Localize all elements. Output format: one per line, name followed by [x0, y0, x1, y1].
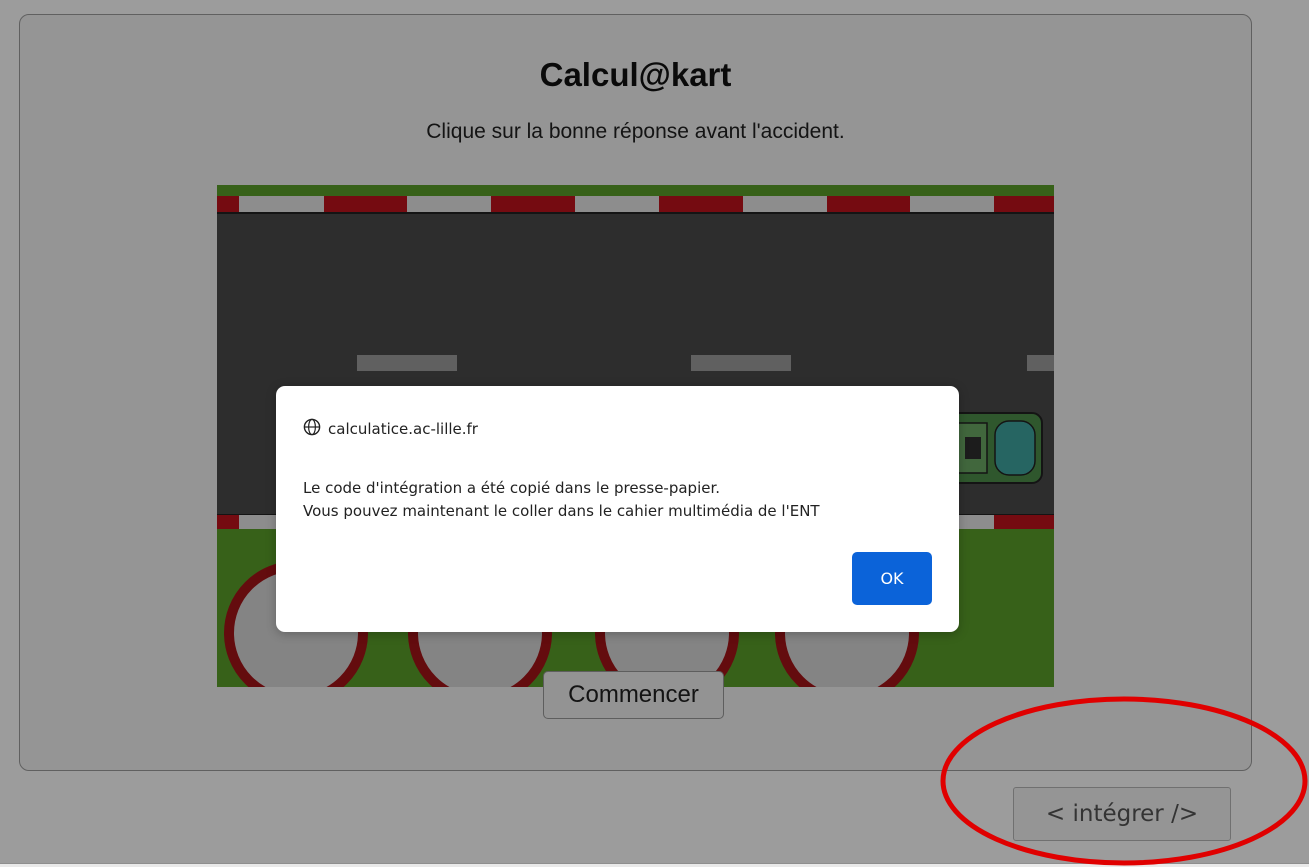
alert-dialog: calculatice.ac-lille.fr Le code d'intégr…: [276, 386, 959, 632]
dialog-message: Le code d'intégration a été copié dans l…: [303, 477, 820, 523]
ok-button[interactable]: OK: [852, 552, 932, 605]
dialog-origin-text: calculatice.ac-lille.fr: [328, 420, 478, 438]
globe-icon: [303, 418, 321, 440]
dialog-origin: calculatice.ac-lille.fr: [303, 418, 478, 440]
dialog-message-line-2: Vous pouvez maintenant le coller dans le…: [303, 502, 820, 520]
dialog-message-line-1: Le code d'intégration a été copié dans l…: [303, 479, 721, 497]
